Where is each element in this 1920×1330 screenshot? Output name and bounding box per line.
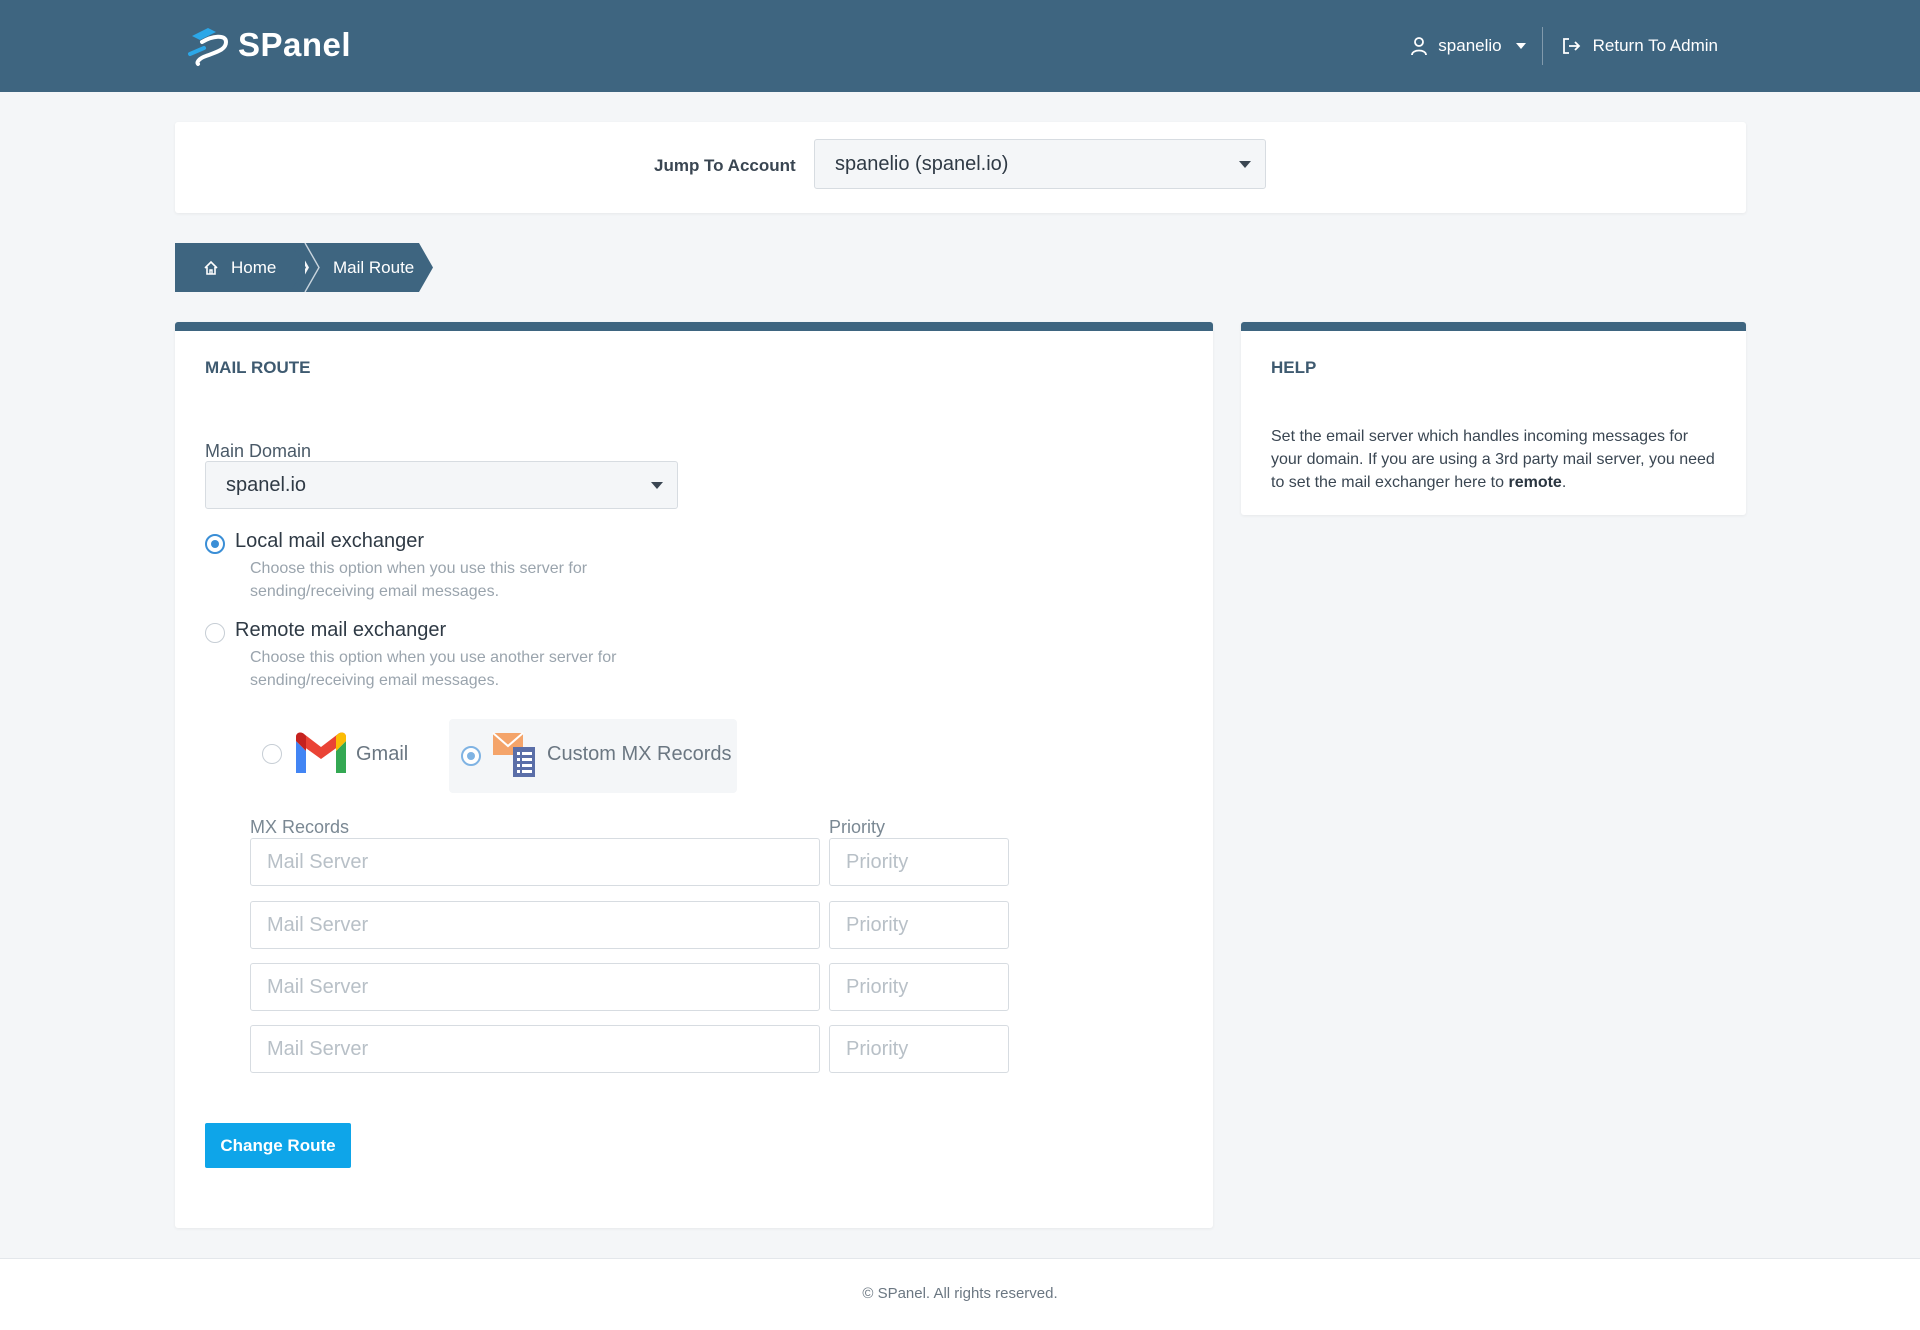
breadcrumb-home[interactable]: Home	[175, 243, 305, 292]
main-domain-label: Main Domain	[205, 441, 312, 461]
priority-input-2[interactable]	[829, 901, 1009, 949]
remote-mail-exchanger-label[interactable]: Remote mail exchanger	[235, 619, 446, 642]
gmail-radio[interactable]	[262, 744, 282, 764]
user-area: spanelio Return To Admin	[1410, 26, 1718, 66]
local-mail-exchanger-desc: Choose this option when you use this ser…	[250, 560, 588, 600]
footer: © SPanel. All rights reserved.	[0, 1258, 1920, 1330]
help-text-emphasis: remote	[1508, 474, 1562, 491]
help-title: HELP	[1271, 358, 1317, 377]
local-mail-exchanger-radio[interactable]	[205, 534, 225, 554]
remote-mail-exchanger-radio[interactable]	[205, 623, 225, 643]
local-mail-exchanger-label[interactable]: Local mail exchanger	[235, 530, 424, 553]
help-text: Set the email server which handles incom…	[1271, 425, 1721, 494]
logout-icon	[1562, 38, 1580, 54]
user-icon	[1411, 37, 1428, 56]
main-domain-value: spanel.io	[226, 473, 307, 496]
logo-text: SPanel	[238, 26, 352, 63]
custom-mx-radio[interactable]	[461, 746, 481, 766]
priority-input-3[interactable]	[829, 963, 1009, 1011]
priority-input-4[interactable]	[829, 1025, 1009, 1073]
breadcrumb-home-label: Home	[231, 257, 277, 277]
mail-server-input-1[interactable]	[250, 838, 820, 886]
mx-records-label: MX Records	[250, 817, 350, 837]
custom-mx-option[interactable]: Custom MX Records	[449, 719, 737, 793]
user-menu-button[interactable]: spanelio	[1410, 36, 1533, 56]
mail-route-title: MAIL ROUTE	[205, 358, 311, 377]
jump-to-account-label: Jump To Account	[654, 156, 796, 175]
gmail-label: Gmail	[356, 742, 409, 765]
account-select-value: spanelio (spanel.io)	[835, 152, 1009, 175]
chevron-down-icon	[651, 482, 663, 489]
gmail-icon	[296, 732, 346, 773]
mail-server-input-4[interactable]	[250, 1025, 820, 1073]
breadcrumb-separator	[304, 243, 320, 292]
chevron-down-icon	[1515, 43, 1526, 49]
mail-server-input-3[interactable]	[250, 963, 820, 1011]
breadcrumb: Home Mail Route	[175, 243, 433, 292]
gmail-option[interactable]: Gmail	[262, 731, 408, 777]
mx-records-icon	[492, 732, 535, 777]
mail-route-card: MAIL ROUTE Main Domain spanel.io Local m…	[175, 322, 1213, 1228]
header-divider	[1541, 27, 1543, 65]
breadcrumb-current-label: Mail Route	[333, 257, 415, 277]
footer-copyright: © SPanel. All rights reserved.	[862, 1285, 1058, 1302]
return-to-admin-label: Return To Admin	[1592, 36, 1718, 55]
spanel-logo[interactable]: SPanel	[186, 22, 351, 68]
mail-server-input-2[interactable]	[250, 901, 820, 949]
top-navbar: SPanel spanelio Return To Admin	[0, 0, 1920, 92]
priority-input-1[interactable]	[829, 838, 1009, 886]
return-to-admin-button[interactable]: Return To Admin	[1561, 36, 1718, 56]
spanel-logo-icon	[188, 28, 229, 66]
main-domain-select[interactable]: spanel.io	[205, 461, 678, 509]
remote-mail-exchanger-desc: Choose this option when you use another …	[250, 649, 617, 689]
help-text-body: Set the email server which handles incom…	[1271, 428, 1715, 491]
change-route-button[interactable]: Change Route	[205, 1123, 351, 1168]
username: spanelio	[1438, 36, 1502, 55]
help-text-end: .	[1561, 474, 1567, 491]
jump-to-account-card: Jump To Account spanelio (spanel.io)	[175, 122, 1746, 213]
chevron-down-icon	[1239, 161, 1251, 168]
priority-label: Priority	[829, 817, 886, 837]
help-card: HELP Set the email server which handles …	[1241, 322, 1746, 515]
account-select[interactable]: spanelio (spanel.io)	[814, 139, 1266, 189]
home-icon	[204, 260, 218, 275]
custom-mx-label: Custom MX Records	[547, 743, 732, 765]
